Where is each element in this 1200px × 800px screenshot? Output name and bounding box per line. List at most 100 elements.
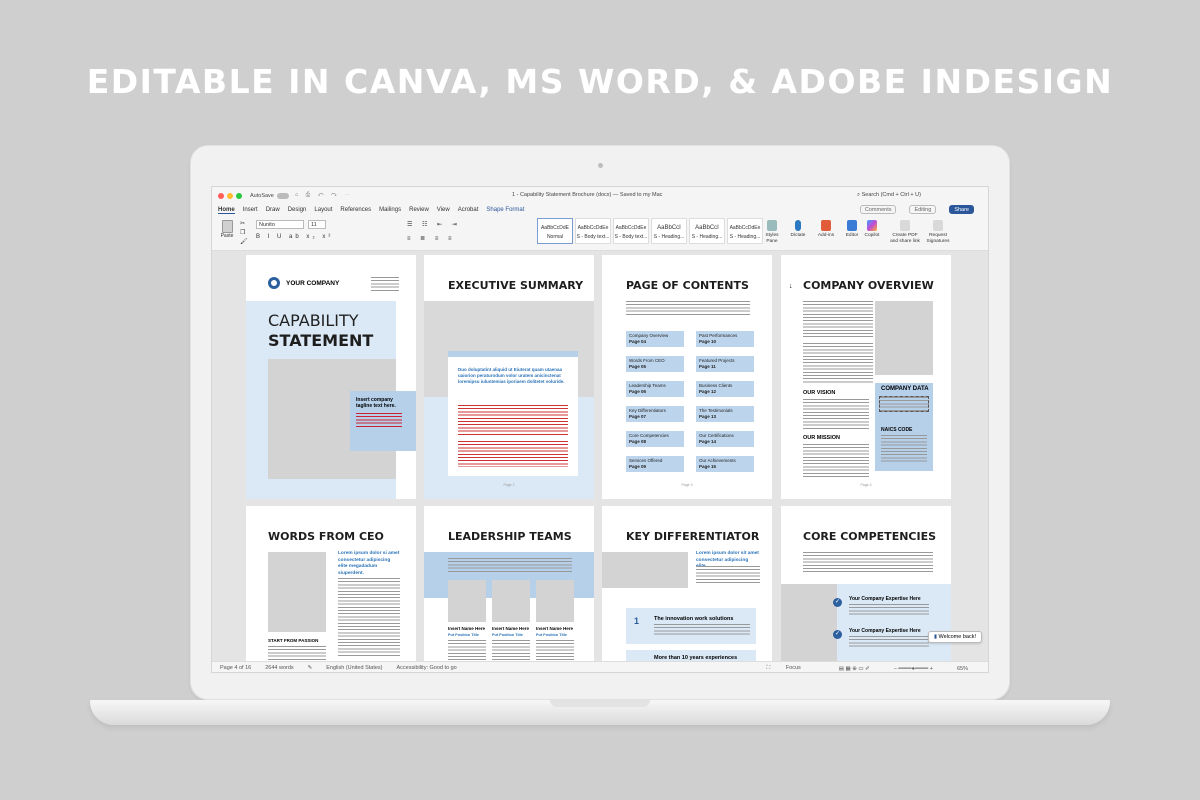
page-leadership-teams[interactable]: LEADERSHIP TEAMS Insert Name Here Insert… — [424, 506, 594, 661]
word-window: AutoSave ⌂ ⎙ ↶ ↷ ⋯ 1 - Capability Statem… — [211, 186, 989, 673]
toc-entry[interactable]: Core Competencies Page 08 — [626, 431, 684, 447]
font-size-select[interactable]: 11 — [308, 220, 326, 229]
toc-entry[interactable]: Services Offered Page 09 — [626, 456, 684, 472]
style-heading-1[interactable]: AaBbCcI S - Heading... — [651, 218, 687, 244]
window-controls — [218, 192, 242, 199]
toc-label: The Testimonials — [699, 408, 733, 413]
toc-entry[interactable]: Our Achievements Page 15 — [696, 456, 754, 472]
zoom-slider[interactable]: − ━━━━●━━━━ + — [894, 666, 933, 672]
copy-icon[interactable]: ❐ — [240, 229, 245, 236]
toc-label: Leadership Teams — [629, 383, 666, 388]
zoom-level[interactable]: 65% — [957, 666, 968, 672]
tab-layout[interactable]: Layout — [314, 207, 332, 213]
language[interactable]: English (United States) — [326, 665, 382, 671]
dictate-button[interactable]: Dictate — [788, 220, 808, 239]
maximize-window-icon[interactable] — [236, 192, 242, 199]
tab-references[interactable]: References — [340, 207, 371, 213]
style-body-2[interactable]: AaBbCcDdEe S - Body text... — [613, 218, 649, 244]
list-buttons-icon[interactable]: ☰ ☷ ⇤ ⇥ — [407, 221, 461, 228]
editing-button[interactable]: Editing — [909, 205, 937, 214]
ceo-text — [338, 578, 400, 658]
tab-mailings[interactable]: Mailings — [379, 207, 401, 213]
editor-button[interactable]: Editor — [844, 220, 860, 239]
toc-page: Page 07 — [629, 414, 647, 419]
style-heading-2[interactable]: AaBbCcI S - Heading... — [689, 218, 725, 244]
leader-photo-2 — [492, 580, 530, 622]
dictate-label: Dictate — [790, 233, 806, 238]
view-mode-icons[interactable]: ▤ ▦ ⊕ ▭ ✐ — [839, 666, 870, 672]
style-heading-3[interactable]: AaBbCcDdEe S - Heading... — [727, 218, 763, 244]
overview-image — [875, 301, 933, 375]
toc-entry[interactable]: The Testimonials Page 13 — [696, 406, 754, 422]
tab-home[interactable]: Home — [218, 207, 235, 214]
tab-design[interactable]: Design — [288, 207, 307, 213]
toc-entry[interactable]: Our Certifications Page 14 — [696, 431, 754, 447]
toc-entry[interactable]: Business Clients Page 12 — [696, 381, 754, 397]
diff-item-1[interactable]: 1 The innovation work solutions — [626, 608, 756, 644]
cut-icon[interactable]: ✂ — [240, 220, 245, 227]
tab-view[interactable]: View — [437, 207, 450, 213]
create-pdf-button[interactable]: Create PDF and share link — [890, 220, 920, 244]
document-area[interactable]: YOUR COMPANY CAPABILITY STATEMENT Insert… — [212, 251, 988, 661]
style-normal[interactable]: AaBbCcDdE Normal — [537, 218, 573, 244]
close-window-icon[interactable] — [218, 192, 224, 199]
status-bar: Page 4 of 16 2644 words ✎ English (Unite… — [212, 661, 988, 672]
search-box[interactable]: ⌕ Search (Cmd + Ctrl + U) — [857, 192, 921, 199]
align-buttons-icon[interactable]: ≡ ≣ ≡ ≡ — [407, 235, 456, 242]
toc-entry[interactable]: Past Performances Page 10 — [696, 331, 754, 347]
word-count[interactable]: 2644 words — [265, 665, 293, 671]
toc-entry[interactable]: Key Differentiators Page 07 — [626, 406, 684, 422]
overview-para-1 — [803, 301, 873, 339]
quick-access-icons[interactable]: ⌂ ⎙ ↶ ↷ ⋯ — [295, 192, 353, 199]
font-name-select[interactable]: Nunito — [256, 220, 304, 229]
accessibility-status[interactable]: Accessibility: Good to go — [397, 665, 457, 671]
page-count[interactable]: Page 4 of 16 — [220, 665, 251, 671]
minimize-window-icon[interactable] — [227, 192, 233, 199]
clipboard-icon — [221, 220, 233, 233]
diff-title: KEY DIFFERENTIATOR — [626, 530, 760, 543]
page-contents[interactable]: PAGE OF CONTENTS Company Overview Page 04… — [602, 255, 772, 499]
comments-button[interactable]: Comments — [859, 205, 897, 214]
tab-shape-format[interactable]: Shape Format — [486, 207, 524, 213]
styles-pane-button[interactable]: Styles Pane — [762, 220, 782, 244]
exec-title: EXECUTIVE SUMMARY — [448, 279, 584, 292]
page-core-competencies[interactable]: CORE COMPETENCIES ✓ Your Company Experti… — [781, 506, 951, 661]
overview-title: COMPANY OVERVIEW — [803, 279, 934, 292]
toc-entry[interactable]: Company Overview Page 04 — [626, 331, 684, 347]
tab-review[interactable]: Review — [409, 207, 429, 213]
page-words-from-ceo[interactable]: WORDS FROM CEO Lorem ipsum dolor si amet… — [246, 506, 416, 661]
toc-page: Page 05 — [629, 364, 647, 369]
page-number: Page 4 — [860, 483, 872, 487]
style-body-1[interactable]: AaBbCcDdEe S - Body text... — [575, 218, 611, 244]
page-number: Page 2 — [503, 483, 515, 487]
company-data-table — [879, 396, 929, 412]
page-company-overview[interactable]: ↓ COMPANY OVERVIEW OUR VISION OUR MISSIO… — [781, 255, 951, 499]
tab-insert[interactable]: Insert — [243, 207, 258, 213]
toc-entry[interactable]: Words From CEO Page 05 — [626, 356, 684, 372]
company-data-box[interactable]: COMPANY DATA NAICS CODE — [875, 383, 933, 471]
ceo-subtext — [268, 646, 326, 661]
page-cover[interactable]: YOUR COMPANY CAPABILITY STATEMENT Insert… — [246, 255, 416, 499]
welcome-back-toast[interactable]: ▮ Welcome back! — [927, 631, 982, 643]
page-key-differentiator[interactable]: KEY DIFFERENTIATOR Lorem ipsum dolor sit… — [602, 506, 772, 661]
tab-acrobat[interactable]: Acrobat — [458, 207, 479, 213]
focus-button[interactable]: ⛶ Focus — [766, 665, 814, 672]
toc-label: Our Achievements — [699, 458, 736, 463]
share-button[interactable]: Share — [949, 205, 974, 214]
copilot-button[interactable]: Copilot — [863, 220, 881, 239]
page-executive-summary[interactable]: EXECUTIVE SUMMARY Duo doluptatint aliqui… — [424, 255, 594, 499]
tab-draw[interactable]: Draw — [266, 207, 280, 213]
paste-button[interactable]: Paste — [218, 220, 236, 246]
request-signatures-button[interactable]: Request Signatures — [925, 220, 951, 244]
addins-button[interactable]: Add-ins — [815, 220, 837, 239]
proofing-icon[interactable]: ✎ — [308, 665, 313, 671]
style-name: S - Heading... — [729, 234, 761, 240]
diff-item-2[interactable]: More than 10 years experiences — [626, 650, 756, 661]
toc-entry[interactable]: Featured Projects Page 11 — [696, 356, 754, 372]
toc-entry[interactable]: Leadership Teams Page 06 — [626, 381, 684, 397]
format-painter-icon[interactable]: 🖌 — [240, 238, 248, 245]
mission-text — [803, 444, 869, 478]
format-buttons[interactable]: B I U ab x₂ x² — [256, 234, 333, 240]
autosave-toggle[interactable] — [276, 192, 289, 199]
search-placeholder: Search (Cmd + Ctrl + U) — [861, 192, 921, 198]
